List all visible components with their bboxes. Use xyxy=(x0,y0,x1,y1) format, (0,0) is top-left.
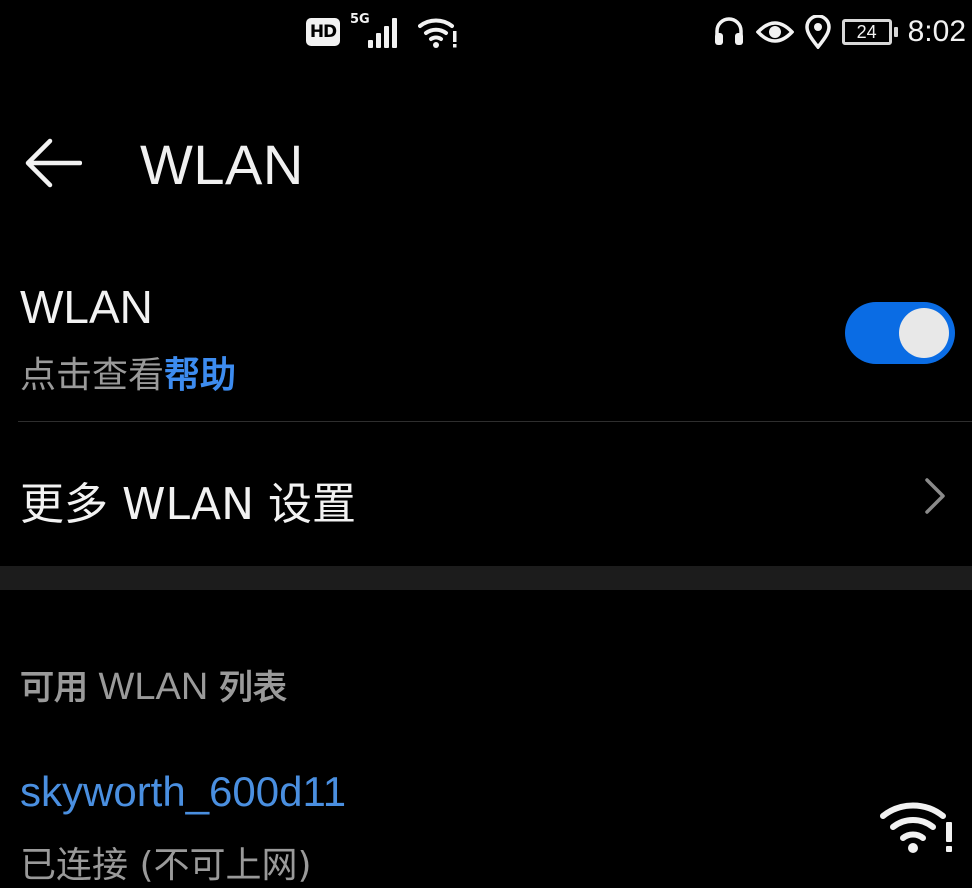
more-wlan-settings-item[interactable]: 更多 WLAN 设置 xyxy=(0,432,972,556)
status-bar-left: HD 5G xyxy=(306,12,458,52)
divider xyxy=(18,421,972,422)
network-list-item[interactable]: skyworth_600d11 已连接 (不可上网) xyxy=(0,760,972,886)
network-status: 已连接 (不可上网) xyxy=(20,845,312,886)
header-part-1: 可用 xyxy=(20,668,88,708)
status-bar-right: 24 8:02 xyxy=(712,12,966,52)
wlan-toggle-switch[interactable] xyxy=(845,302,955,364)
headset-icon xyxy=(714,17,743,45)
available-wlan-header: 可用 WLAN 列表 xyxy=(20,660,287,709)
clock: 8:02 xyxy=(907,15,966,48)
location-icon xyxy=(804,15,831,49)
battery-level: 24 xyxy=(856,21,877,42)
hd-icon: HD xyxy=(306,18,340,46)
wlan-toggle-row: WLAN 点击查看帮助 xyxy=(0,270,972,420)
section-separator xyxy=(0,566,972,590)
network-type-label: 5G xyxy=(350,12,370,27)
help-prefix: 点击查看 xyxy=(20,355,165,396)
app-bar: WLAN xyxy=(0,108,972,218)
page-title: WLAN xyxy=(140,133,304,196)
help-line: 点击查看帮助 xyxy=(20,346,236,398)
battery-icon: 24 xyxy=(841,19,898,45)
chevron-right-icon xyxy=(925,478,945,514)
help-link[interactable]: 帮助 xyxy=(164,355,236,396)
header-part-2: WLAN xyxy=(88,666,219,708)
status-bar: HD 5G 24 8:02 xyxy=(0,0,972,64)
header-part-3: 列表 xyxy=(218,668,287,708)
more-wlan-settings-label: 更多 WLAN 设置 xyxy=(20,479,357,530)
cellular-signal-icon: 5G xyxy=(350,12,408,50)
wlan-label: WLAN xyxy=(20,281,153,333)
arrow-left-icon xyxy=(25,138,82,188)
wifi-warning-icon xyxy=(880,802,952,853)
back-button[interactable] xyxy=(18,130,88,196)
network-ssid: skyworth_600d11 xyxy=(20,768,347,815)
toggle-knob xyxy=(899,308,949,358)
wifi-warning-icon xyxy=(418,18,457,48)
eye-icon xyxy=(755,21,794,43)
